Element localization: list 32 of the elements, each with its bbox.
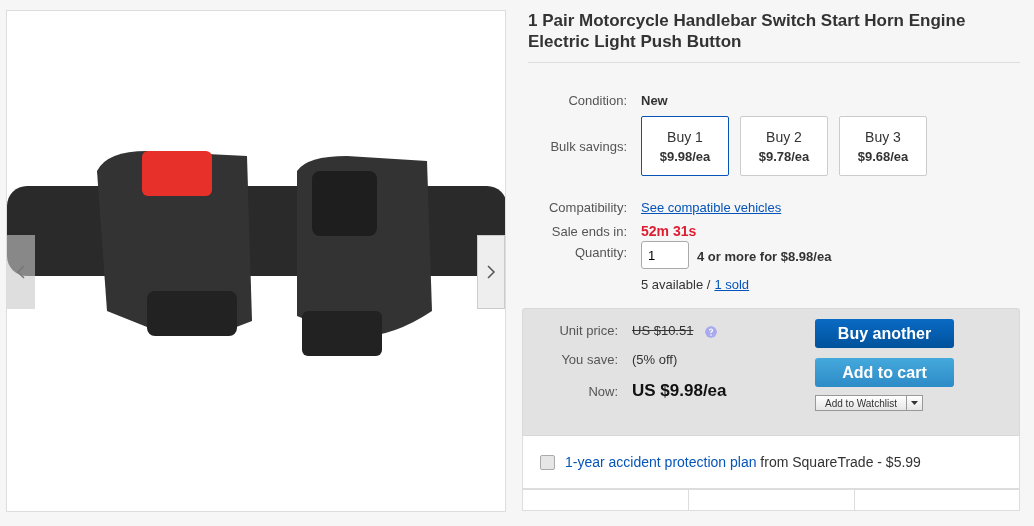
- quantity-label: Quantity:: [573, 245, 627, 260]
- original-price: US $10.51: [632, 323, 694, 338]
- buy-another-button[interactable]: Buy another: [815, 319, 954, 348]
- chevron-right-icon: [486, 264, 496, 280]
- compatibility-label: Compatibility:: [547, 200, 627, 215]
- sold-count-link[interactable]: 1 sold: [714, 277, 750, 292]
- current-price: US $9.98/ea: [632, 381, 727, 401]
- you-save-label: You save:: [560, 352, 618, 367]
- sale-countdown: 52m 31s: [641, 223, 697, 239]
- condition-value: New: [641, 93, 668, 108]
- bulk-option[interactable]: Buy 2 $9.78/ea: [740, 116, 828, 176]
- next-image-button[interactable]: [477, 235, 505, 309]
- protection-plan-checkbox[interactable]: [540, 454, 555, 470]
- unit-price-label: Unit price:: [558, 323, 618, 338]
- previous-image-button[interactable]: [7, 235, 35, 309]
- quantity-field[interactable]: 1: [641, 241, 689, 269]
- bulk-option[interactable]: Buy 1 $9.98/ea: [641, 116, 729, 176]
- help-icon[interactable]: [705, 325, 718, 338]
- bulk-offer-note: 4 or more for $8.98/ea: [697, 249, 832, 264]
- condition-label: Condition:: [567, 93, 627, 108]
- bulk-option[interactable]: Buy 3 $9.68/ea: [839, 116, 927, 176]
- protection-plan-text: 1-year accident protection plan from SquareTrade - $5.99: [565, 454, 921, 470]
- add-to-watchlist-button[interactable]: Add to Watchlist: [815, 395, 923, 411]
- availability-text: 5 available /: [641, 277, 711, 292]
- product-title: 1 Pair Motorcycle Handlebar Switch Start Horn Engine Electric Light Push Button: [528, 10, 1020, 63]
- chevron-left-icon: [16, 264, 26, 280]
- sale-ends-label: Sale ends in:: [550, 223, 627, 239]
- caret-icon: [911, 401, 918, 405]
- bulk-savings-label: Bulk savings:: [549, 138, 627, 154]
- compatible-vehicles-link[interactable]: See compatible vehicles: [641, 200, 782, 215]
- now-label: Now:: [587, 383, 618, 399]
- savings-value: (5% off): [632, 352, 678, 367]
